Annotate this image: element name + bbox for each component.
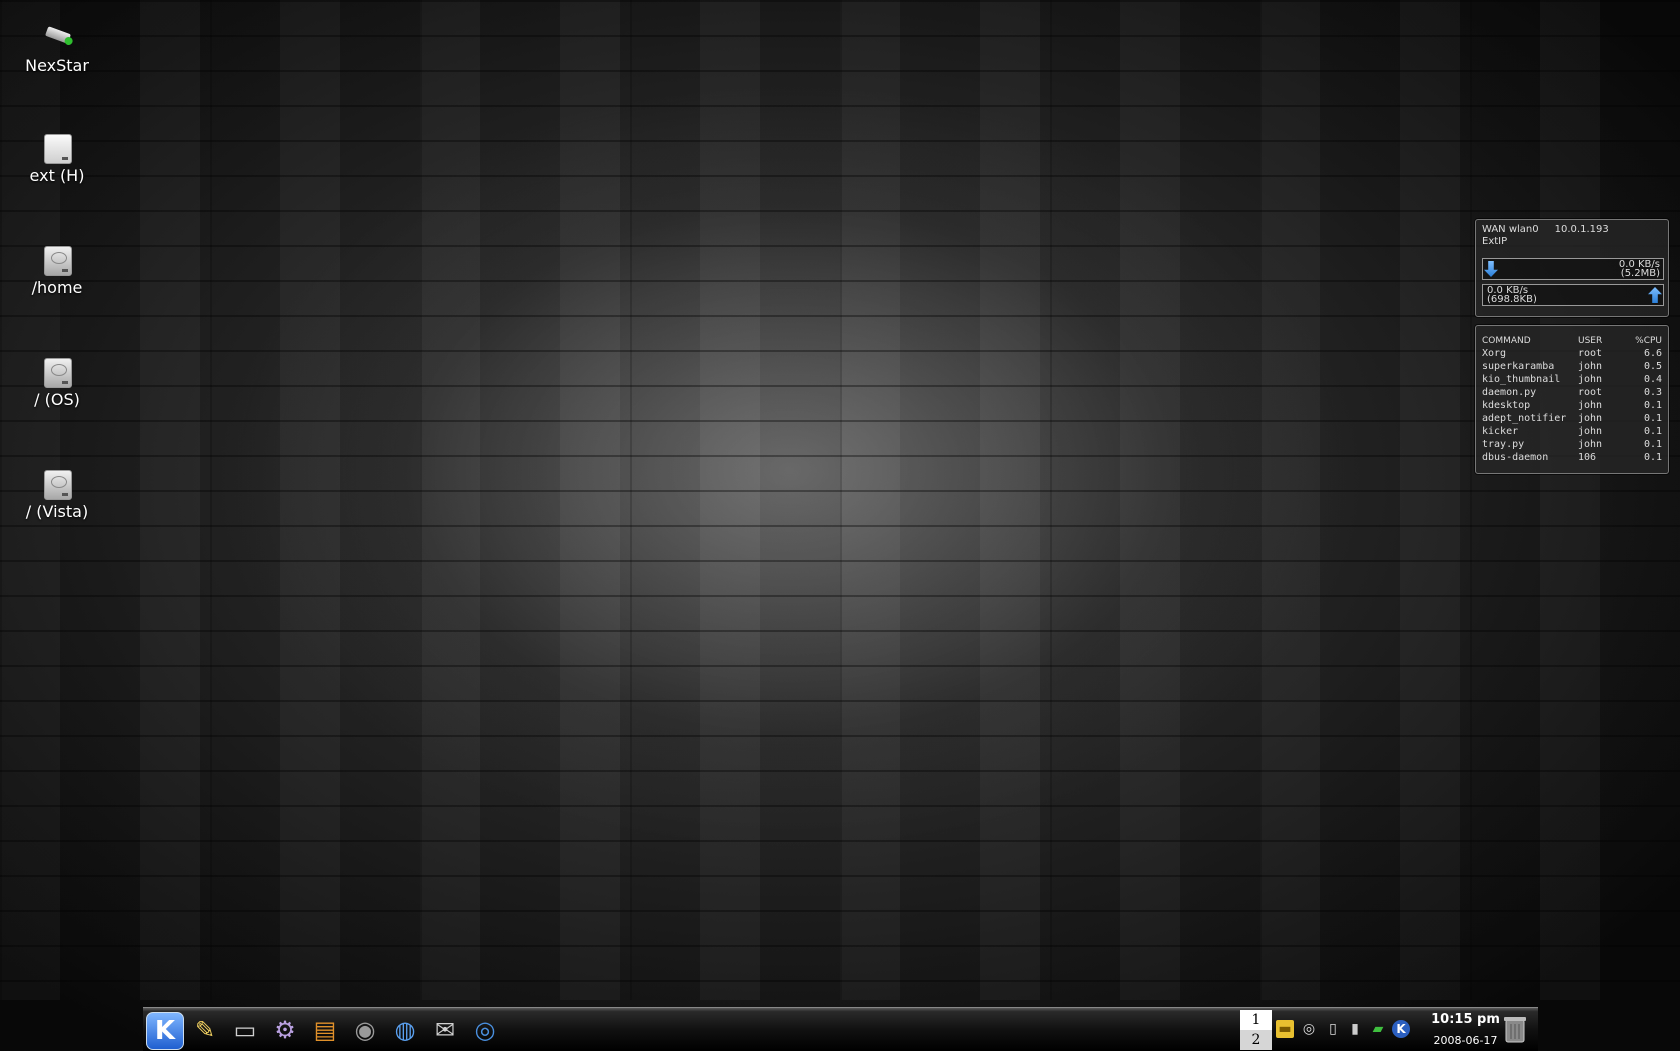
- process-command: superkaramba: [1482, 361, 1555, 372]
- notes-icon[interactable]: ▬: [1276, 1020, 1294, 1038]
- process-user: root: [1578, 387, 1603, 398]
- process-command: daemon.py: [1482, 387, 1537, 398]
- process-cpu: 0.4: [1643, 374, 1662, 385]
- process-command: tray.py: [1482, 439, 1525, 450]
- desktop-pager-2[interactable]: 2: [1240, 1030, 1272, 1050]
- process-cpu: 0.1: [1643, 426, 1662, 437]
- process-command: Xorg: [1482, 348, 1507, 359]
- network-interface-line: WAN wlan0 10.0.1.193: [1482, 224, 1609, 235]
- table-row: dbus-daemon 106 0.1: [1482, 451, 1662, 464]
- header-cpu: %CPU: [1635, 335, 1662, 346]
- desktop-pager-1[interactable]: 1: [1240, 1010, 1272, 1030]
- web-browser-icon[interactable]: ◍: [387, 1012, 423, 1048]
- process-user: 106: [1578, 452, 1597, 463]
- table-row: Xorg root 6.6: [1482, 347, 1662, 360]
- upload-arrow-icon: [1648, 287, 1662, 303]
- process-user: john: [1578, 374, 1603, 385]
- ext-ip-label: ExtIP: [1482, 236, 1508, 247]
- process-user: john: [1578, 400, 1603, 411]
- process-user: john: [1578, 439, 1603, 450]
- network-globe-icon[interactable]: ◎: [467, 1012, 503, 1048]
- download-arrow-icon: [1484, 261, 1498, 277]
- desktop-icon-home[interactable]: /home: [14, 242, 100, 297]
- process-user: john: [1578, 413, 1603, 424]
- desktop-icon-label: /home: [31, 278, 83, 297]
- terminal-icon[interactable]: ▭: [227, 1012, 263, 1048]
- desktop-icon-label: NexStar: [25, 56, 89, 75]
- kate-editor-icon[interactable]: ✎: [187, 1012, 223, 1048]
- process-table-header: COMMAND USER %CPU: [1482, 334, 1662, 347]
- process-cpu: 0.3: [1643, 387, 1662, 398]
- header-command: COMMAND: [1482, 335, 1531, 346]
- desktop-icon-label: / (Vista): [25, 502, 89, 521]
- network-ip: 10.0.1.193: [1554, 224, 1609, 235]
- battery-icon[interactable]: ▰: [1369, 1020, 1387, 1038]
- desktop-wallpaper: [0, 0, 1680, 1000]
- process-user: root: [1578, 348, 1603, 359]
- upload-bar: 0.0 KB/s (698.8KB): [1482, 284, 1664, 306]
- download-bar: 0.0 KB/s (5.2MB): [1482, 258, 1664, 280]
- network-monitor-widget[interactable]: WAN wlan0 10.0.1.193 ExtIP 0.0 KB/s (5.2M…: [1475, 219, 1669, 317]
- table-row: kicker john 0.1: [1482, 425, 1662, 438]
- table-row: tray.py john 0.1: [1482, 438, 1662, 451]
- process-user: john: [1578, 426, 1603, 437]
- mail-icon[interactable]: ✉: [427, 1012, 463, 1048]
- table-row: adept_notifier john 0.1: [1482, 412, 1662, 425]
- process-table: COMMAND USER %CPU Xorg root 6.6 superkaram…: [1482, 334, 1662, 464]
- process-user: john: [1578, 361, 1603, 372]
- process-cpu: 0.1: [1643, 452, 1662, 463]
- process-cpu: 0.1: [1643, 413, 1662, 424]
- media-player-icon[interactable]: ◉: [347, 1012, 383, 1048]
- header-user: USER: [1578, 335, 1603, 346]
- hard-drive-icon: [40, 242, 74, 276]
- process-cpu: 0.1: [1643, 439, 1662, 450]
- desktop-icon-label: ext (H): [29, 166, 85, 185]
- removable-drive-icon: [40, 130, 74, 164]
- process-command: kdesktop: [1482, 400, 1531, 411]
- hard-drive-icon: [40, 466, 74, 500]
- k-menu-button[interactable]: K: [146, 1012, 184, 1050]
- usb-drive-icon: [40, 20, 74, 54]
- download-total: (5.2MB): [1620, 268, 1660, 279]
- system-monitor-icon[interactable]: ▮: [1346, 1020, 1364, 1038]
- table-row: daemon.py root 0.3: [1482, 386, 1662, 399]
- table-row: superkaramba john 0.5: [1482, 360, 1662, 373]
- clock-date[interactable]: 2008-06-17: [1423, 1034, 1508, 1047]
- kde-updates-icon[interactable]: K: [1392, 1020, 1410, 1038]
- settings-icon[interactable]: ⚙: [267, 1012, 303, 1048]
- taskbar: K ✎ ▭ ⚙ ▤ ◉ ◍ ✉ ◎ 1 2 ▬ ◎ ▯ ▮ ▰ K 10:15 …: [143, 1007, 1538, 1051]
- process-cpu: 0.5: [1643, 361, 1662, 372]
- file-manager-icon[interactable]: ▤: [307, 1012, 343, 1048]
- process-cpu: 0.1: [1643, 400, 1662, 411]
- upload-total: (698.8KB): [1487, 294, 1537, 305]
- desktop-icon-nexstar[interactable]: NexStar: [14, 20, 100, 75]
- process-monitor-widget[interactable]: COMMAND USER %CPU Xorg root 6.6 superkaram…: [1475, 325, 1669, 474]
- clock-time[interactable]: 10:15 pm: [1428, 1012, 1503, 1027]
- desktop-icon-os[interactable]: / (OS): [14, 354, 100, 409]
- optical-drive-icon[interactable]: ◎: [1300, 1020, 1318, 1038]
- hard-drive-icon: [40, 354, 74, 388]
- process-command: kicker: [1482, 426, 1519, 437]
- trash-icon[interactable]: [1503, 1014, 1527, 1044]
- process-command: kio_thumbnail: [1482, 374, 1561, 385]
- table-row: kio_thumbnail john 0.4: [1482, 373, 1662, 386]
- table-row: kdesktop john 0.1: [1482, 399, 1662, 412]
- process-command: dbus-daemon: [1482, 452, 1549, 463]
- process-cpu: 6.6: [1643, 348, 1662, 359]
- desktop-icon-ext-h[interactable]: ext (H): [14, 130, 100, 185]
- desktop-icon-label: / (OS): [34, 390, 80, 409]
- desktop-icon-vista[interactable]: / (Vista): [14, 466, 100, 521]
- network-interface: WAN wlan0: [1482, 224, 1539, 235]
- process-command: adept_notifier: [1482, 413, 1567, 424]
- clipboard-icon[interactable]: ▯: [1324, 1020, 1342, 1038]
